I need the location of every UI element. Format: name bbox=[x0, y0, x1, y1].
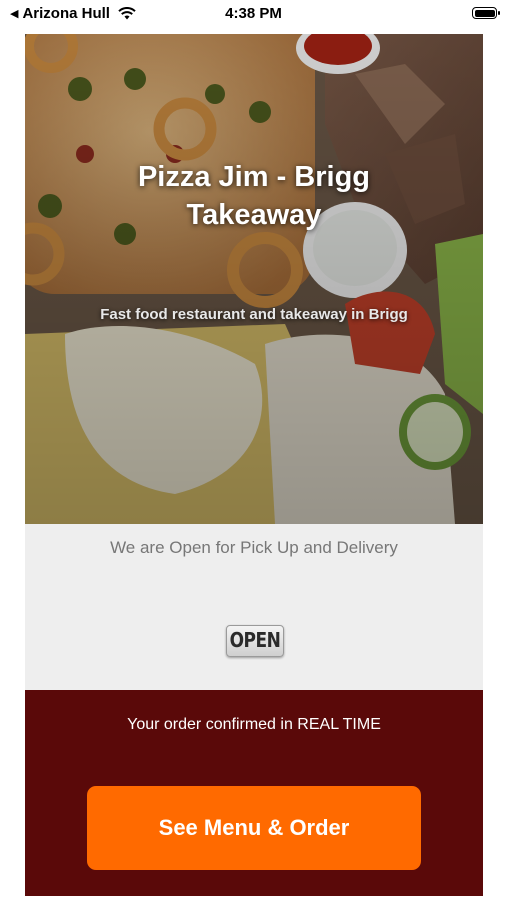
food-photo bbox=[25, 34, 483, 524]
open-sign-text: OPEN bbox=[229, 629, 281, 653]
restaurant-title: Pizza Jim - Brigg Takeaway bbox=[137, 161, 371, 231]
availability-panel: We are Open for Pick Up and Delivery OPE… bbox=[25, 524, 483, 690]
page-content: Pizza Jim - Brigg Takeaway Fast food res… bbox=[25, 34, 483, 896]
open-sign-icon: OPEN bbox=[226, 625, 284, 657]
availability-message: We are Open for Pick Up and Delivery bbox=[110, 538, 398, 557]
realtime-confirmation-text: Your order confirmed in REAL TIME bbox=[127, 716, 381, 733]
status-bar: ◀ Arizona Hull 4:38 PM bbox=[0, 0, 507, 30]
order-panel: Your order confirmed in REAL TIME See Me… bbox=[25, 690, 483, 896]
battery-icon bbox=[472, 7, 500, 19]
clock: 4:38 PM bbox=[225, 5, 282, 22]
hero-banner: Pizza Jim - Brigg Takeaway Fast food res… bbox=[25, 34, 483, 524]
see-menu-order-button[interactable]: See Menu & Order bbox=[87, 786, 421, 870]
restaurant-subtitle: Fast food restaurant and takeaway in Bri… bbox=[100, 306, 408, 323]
